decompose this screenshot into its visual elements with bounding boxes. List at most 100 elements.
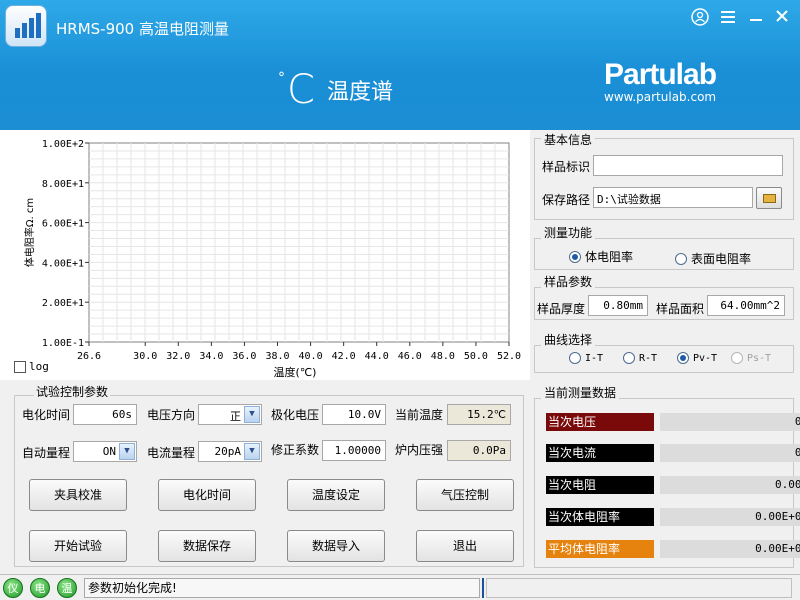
pressure-control-button[interactable]: 气压控制	[416, 479, 514, 511]
current-voltage-value: 0.00V	[660, 413, 800, 431]
radio-icon[interactable]	[623, 352, 635, 364]
curve-rt-radio[interactable]: R-T	[623, 352, 657, 364]
fixture-calibration-button[interactable]: 夹具校准	[29, 479, 127, 511]
x-tick-label: 26.6	[77, 351, 101, 362]
furnace-pressure-value: 0.0Pa	[447, 440, 511, 461]
polarization-voltage-input[interactable]: 10.0V	[322, 404, 386, 425]
browse-folder-button[interactable]	[756, 187, 782, 209]
radio-icon[interactable]	[675, 252, 687, 265]
surface-resistivity-radio[interactable]: 表面电阻率	[675, 250, 751, 267]
curve-pst-label: Ps-T	[747, 352, 772, 364]
current-current-label: 当次电流	[546, 444, 654, 462]
log-checkbox[interactable]: log	[14, 360, 49, 373]
import-data-button[interactable]: 数据导入	[287, 530, 385, 562]
start-test-button[interactable]: 开始试验	[29, 530, 127, 562]
close-icon[interactable]	[772, 8, 792, 29]
average-volume-resistivity-label: 平均体电阻率	[546, 540, 654, 558]
furnace-pressure-label: 炉内压强	[395, 443, 444, 457]
surface-resistivity-label: 表面电阻率	[691, 252, 752, 266]
save-path-label: 保存路径	[542, 193, 591, 207]
section-title-label: 温度谱	[326, 80, 393, 105]
radio-selected-icon[interactable]	[677, 352, 689, 364]
y-tick-label: 1.00E-1	[42, 338, 84, 349]
correction-factor-label: 修正系数	[271, 443, 320, 457]
volume-resistivity-radio[interactable]: 体电阻率	[569, 248, 633, 265]
current-resistance-value: 0.00E+0Ω	[660, 476, 800, 494]
brand-logo: Partulab www.partulab.com	[604, 58, 717, 104]
temperature-setting-button[interactable]: 温度设定	[287, 479, 385, 511]
celsius-icon: C	[287, 67, 315, 113]
current-range-select[interactable]: 20pA ▼	[198, 441, 262, 462]
save-data-button[interactable]: 数据保存	[158, 530, 256, 562]
y-tick-label: 1.00E+2	[42, 139, 84, 150]
power-status-icon: 电	[30, 578, 50, 598]
y-tick-label: 8.00E+1	[42, 179, 84, 190]
auto-range-value: ON	[102, 445, 116, 458]
chevron-down-icon[interactable]: ▼	[244, 443, 260, 460]
polarization-voltage-label: 极化电压	[271, 408, 320, 422]
minimize-icon[interactable]	[746, 8, 766, 29]
x-tick-label: 42.0	[332, 351, 356, 362]
current-volume-resistivity-value: 0.00E+0Ω.cm	[660, 508, 800, 526]
status-divider	[482, 578, 484, 598]
voltage-direction-select[interactable]: 正 ▼	[198, 404, 262, 425]
curve-rt-label: R-T	[639, 352, 658, 364]
auto-range-select[interactable]: ON ▼	[73, 441, 137, 462]
area-label: 样品面积	[656, 302, 705, 316]
user-icon[interactable]	[690, 8, 710, 31]
x-tick-label: 38.0	[265, 351, 289, 362]
x-tick-label: 36.0	[232, 351, 256, 362]
radio-icon[interactable]	[569, 352, 581, 364]
y-tick-label: 6.00E+1	[42, 219, 84, 230]
sample-id-label: 样品标识	[542, 160, 591, 174]
app-title: HRMS-900 高温电阻测量	[56, 20, 229, 38]
thickness-input[interactable]: 0.80mm	[588, 295, 648, 316]
correction-factor-input[interactable]: 1.00000	[322, 440, 386, 461]
electrify-time-button[interactable]: 电化时间	[158, 479, 256, 511]
area-input[interactable]: 64.00mm^2	[707, 295, 785, 316]
brand-name: Partulab	[604, 58, 717, 91]
save-path-input[interactable]: D:\试验数据	[593, 187, 753, 208]
current-range-value: 20pA	[214, 445, 242, 458]
test-control-title: 试验控制参数	[34, 383, 111, 400]
average-volume-resistivity-value: 0.00E+0Ω.cm	[660, 540, 800, 558]
radio-disabled-icon	[731, 352, 743, 364]
instrument-status-icon: 仪	[3, 578, 23, 598]
x-tick-label: 52.0	[497, 351, 521, 362]
log-checkbox-box[interactable]	[14, 360, 26, 373]
log-label: log	[29, 360, 49, 373]
radio-selected-icon[interactable]	[569, 250, 581, 263]
chevron-down-icon[interactable]: ▼	[119, 443, 135, 460]
x-tick-label: 30.0	[133, 351, 157, 362]
title-header: HRMS-900 高温电阻测量 ° C 温度谱 Partulab www.par…	[0, 0, 800, 130]
y-tick-label: 2.00E+1	[42, 298, 84, 309]
curve-it-radio[interactable]: I-T	[569, 352, 603, 364]
brand-url: www.partulab.com	[604, 90, 717, 104]
x-tick-label: 46.0	[398, 351, 422, 362]
exit-button[interactable]: 退出	[416, 530, 514, 562]
status-bar: 仪 电 温 参数初始化完成!	[0, 574, 800, 600]
degree-icon: °	[278, 70, 285, 86]
curve-pvt-radio[interactable]: Pv-T	[677, 352, 717, 364]
x-tick-label: 50.0	[464, 351, 488, 362]
menu-icon[interactable]	[718, 8, 738, 29]
chart-svg: 1.00E+2 8.00E+1 6.00E+1 4.00E+1 2.00E+1 1.00E…	[23, 139, 521, 379]
x-tick-label: 32.0	[166, 351, 190, 362]
current-temp-label: 当前温度	[395, 408, 444, 422]
x-tick-label: 44.0	[365, 351, 389, 362]
current-voltage-label: 当次电压	[546, 413, 654, 431]
electrify-time-input[interactable]: 60s	[73, 404, 137, 425]
sample-id-input[interactable]	[593, 155, 783, 176]
x-tick-label: 48.0	[431, 351, 455, 362]
temperature-chart: 1.00E+2 8.00E+1 6.00E+1 4.00E+1 2.00E+1 1.00E…	[0, 130, 530, 380]
current-volume-resistivity-label: 当次体电阻率	[546, 508, 654, 526]
status-message: 参数初始化完成!	[84, 578, 480, 598]
chevron-down-icon[interactable]: ▼	[244, 406, 260, 423]
auto-range-label: 自动量程	[22, 446, 71, 460]
curve-it-label: I-T	[585, 352, 604, 364]
y-tick-label: 4.00E+1	[42, 258, 84, 269]
electrify-time-label: 电化时间	[22, 408, 71, 422]
volume-resistivity-label: 体电阻率	[585, 250, 634, 264]
measure-function-title: 测量功能	[541, 224, 596, 241]
current-data-title: 当前测量数据	[541, 384, 620, 401]
